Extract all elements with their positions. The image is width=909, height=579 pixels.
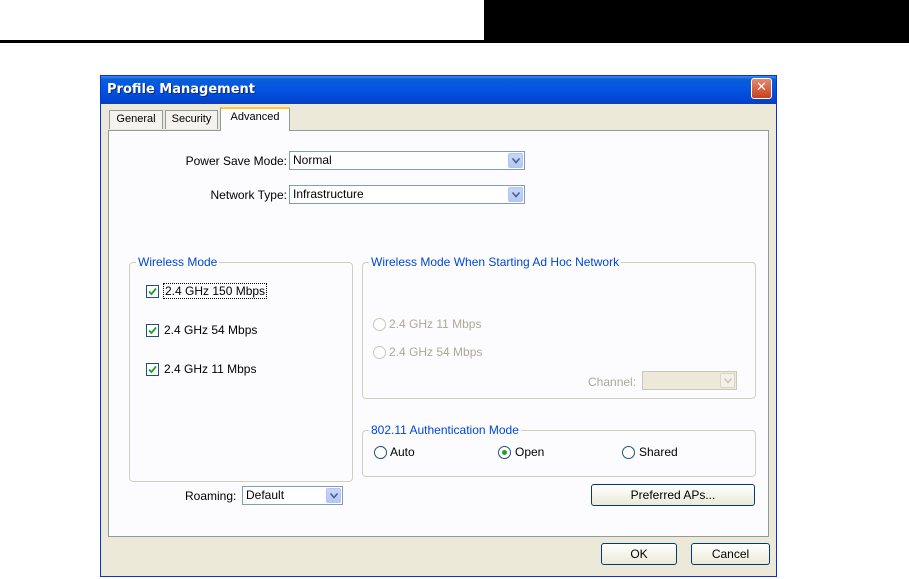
adhoc-mode-group: Wireless Mode When Starting Ad Hoc Netwo… <box>362 255 756 399</box>
title-bar[interactable]: Profile Management ✕ <box>101 76 776 104</box>
radio-adhoc-54mbps[interactable] <box>373 346 386 359</box>
option-11mbps-label[interactable]: 2.4 GHz 11 Mbps <box>164 362 256 376</box>
profile-management-dialog: Profile Management ✕ General Security Ad… <box>100 75 777 577</box>
cancel-button[interactable]: Cancel <box>691 543 770 565</box>
ok-button[interactable]: OK <box>601 543 677 565</box>
checkbox-54mbps[interactable] <box>146 324 159 337</box>
auth-open-label[interactable]: Open <box>515 445 544 459</box>
adhoc-54mbps-label: 2.4 GHz 54 Mbps <box>389 345 483 359</box>
radio-auth-open[interactable] <box>498 446 511 459</box>
auth-shared-label[interactable]: Shared <box>639 445 678 459</box>
adhoc-11mbps-label: 2.4 GHz 11 Mbps <box>389 317 482 331</box>
radio-adhoc-11mbps[interactable] <box>373 318 386 331</box>
check-icon <box>148 365 157 374</box>
tab-general[interactable]: General <box>109 110 163 129</box>
auth-mode-legend: 802.11 Authentication Mode <box>369 423 521 437</box>
cancel-label: Cancel <box>711 547 750 561</box>
channel-select[interactable] <box>642 371 737 390</box>
network-type-value: Infrastructure <box>293 187 364 201</box>
adhoc-mode-legend: Wireless Mode When Starting Ad Hoc Netwo… <box>369 255 622 269</box>
option-54mbps-label[interactable]: 2.4 GHz 54 Mbps <box>164 323 257 337</box>
chevron-down-icon[interactable] <box>508 153 523 168</box>
window-title: Profile Management <box>107 82 255 97</box>
checkbox-150mbps[interactable] <box>146 285 159 298</box>
wireless-mode-legend: Wireless Mode <box>136 255 220 269</box>
auth-auto-label[interactable]: Auto <box>390 445 415 459</box>
roaming-select[interactable]: Default <box>242 486 343 505</box>
power-save-label: Power Save Mode: <box>185 154 287 168</box>
roaming-value: Default <box>246 488 285 502</box>
preferred-aps-label: Preferred APs... <box>630 488 716 502</box>
tab-security[interactable]: Security <box>165 110 218 129</box>
network-type-label: Network Type: <box>210 188 287 202</box>
ok-label: OK <box>630 547 648 561</box>
radio-auth-shared[interactable] <box>622 446 635 459</box>
advanced-panel: Power Save Mode: Normal Network Type: In… <box>108 130 769 537</box>
tab-advanced-label: Advanced <box>230 111 280 123</box>
auth-mode-group: 802.11 Authentication Mode Auto Open Sha… <box>362 423 756 477</box>
radio-auth-auto[interactable] <box>374 446 387 459</box>
preferred-aps-button[interactable]: Preferred APs... <box>591 484 755 506</box>
tab-advanced[interactable]: Advanced <box>220 107 290 131</box>
power-save-value: Normal <box>293 153 332 167</box>
close-button[interactable]: ✕ <box>751 78 772 99</box>
close-icon: ✕ <box>756 80 767 95</box>
checkbox-11mbps[interactable] <box>146 363 159 376</box>
network-type-select[interactable]: Infrastructure <box>289 185 525 204</box>
radio-selected-dot <box>502 450 507 455</box>
document-rule <box>0 40 484 43</box>
tab-general-label: General <box>116 113 156 125</box>
check-icon <box>148 287 157 296</box>
channel-label: Channel: <box>588 375 637 389</box>
power-save-select[interactable]: Normal <box>289 151 525 170</box>
option-150mbps-label[interactable]: 2.4 GHz 150 Mbps <box>163 283 268 299</box>
document-header-block <box>484 0 909 43</box>
roaming-label: Roaming: <box>185 489 237 503</box>
check-icon <box>148 326 157 335</box>
wireless-mode-group: Wireless Mode 2.4 GHz 150 Mbps 2.4 GHz 5… <box>129 255 353 482</box>
tab-security-label: Security <box>171 113 212 125</box>
chevron-down-icon[interactable] <box>326 488 341 503</box>
chevron-down-icon[interactable] <box>720 373 735 388</box>
chevron-down-icon[interactable] <box>508 187 523 202</box>
